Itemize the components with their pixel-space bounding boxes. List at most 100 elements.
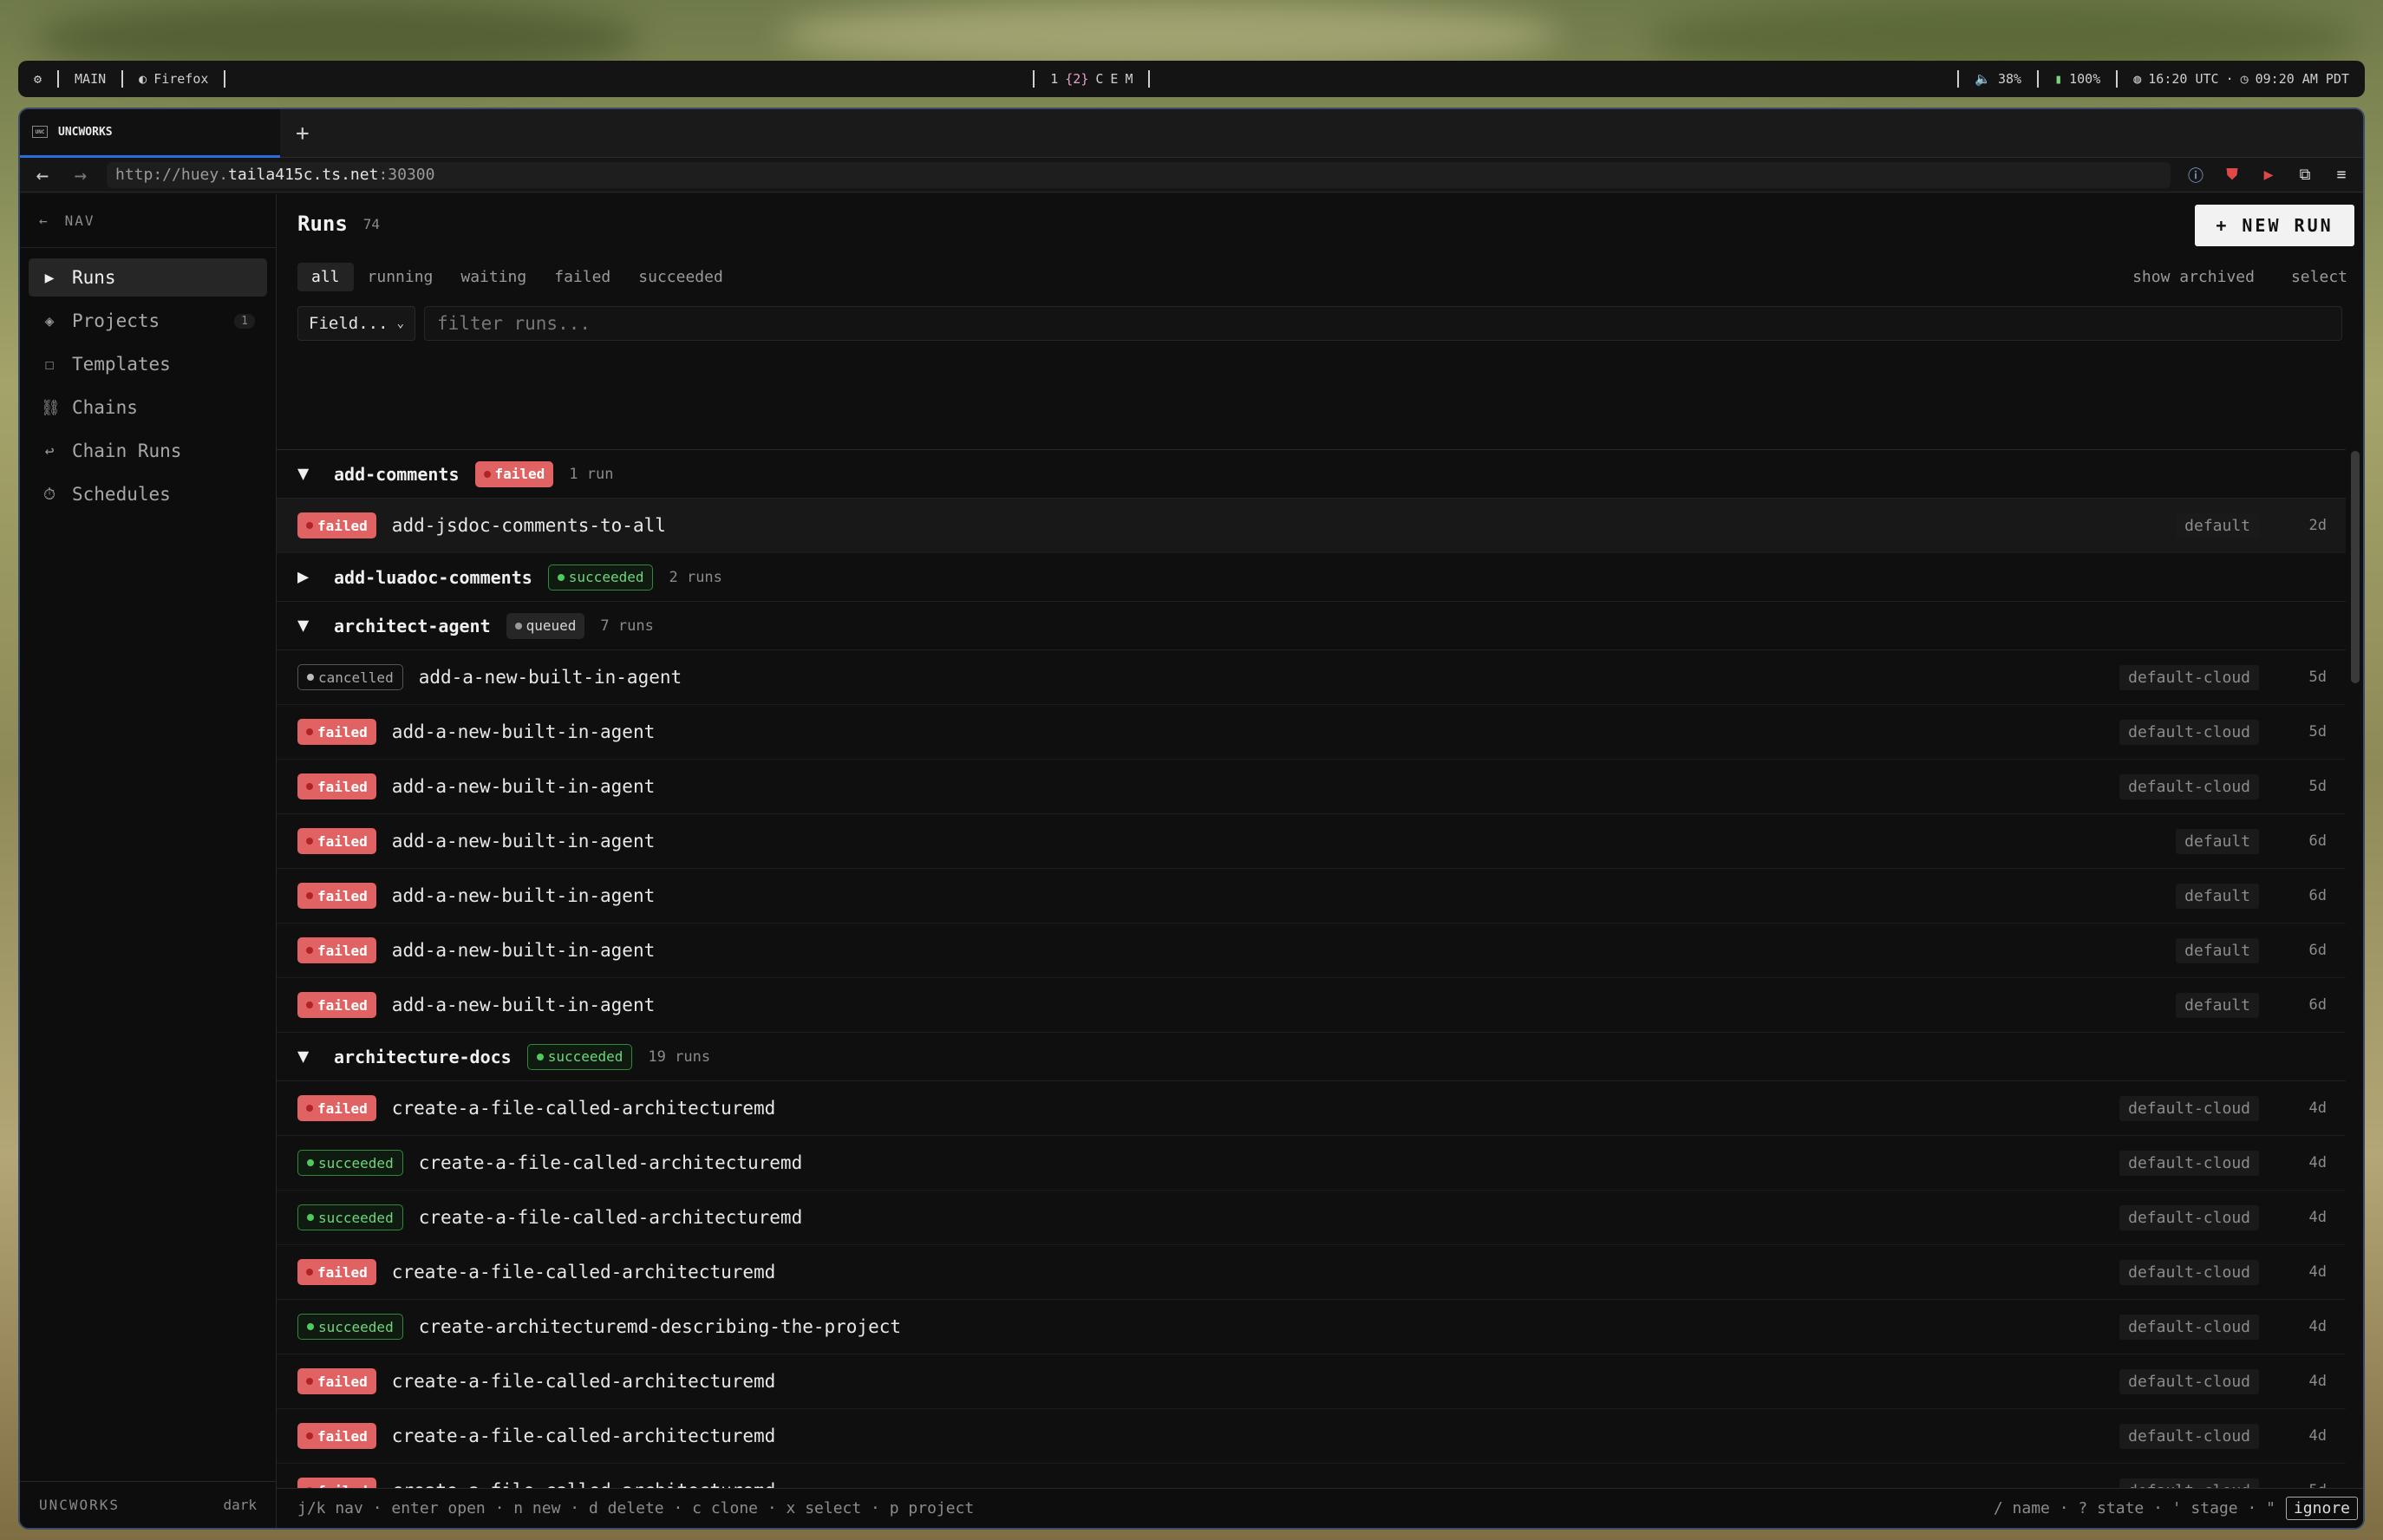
filter-tab-running[interactable]: running [354,263,447,291]
globe-icon: ◍ [2133,71,2142,87]
sidebar-item-projects[interactable]: ◈ Projects 1 [29,302,267,340]
project-group-header[interactable]: ▼ add-comments failed 1 run [277,450,2346,499]
run-row[interactable]: failed add-a-new-built-in-agent default-cl… [277,705,2346,760]
tab-strip: UNC UNCWORKS + [20,109,2363,158]
gear-icon: ⚙ [34,71,42,87]
status-text: failed [494,466,545,482]
filter-tab-failed[interactable]: failed [540,263,624,291]
new-tab-plus-icon[interactable]: + [296,121,310,147]
status-badge: failed [297,773,376,799]
sidebar-item-chains[interactable]: ⛓ Chains [29,388,267,427]
run-row[interactable]: failed add-a-new-built-in-agent default-cl… [277,760,2346,814]
run-age: 5d [2308,778,2327,795]
status-badge: failed [297,1478,376,1488]
search-syntax-hints: / name · ? state · ' stage · " ignore [1994,1497,2358,1520]
search-hints: / name · ? state · ' stage · " [1993,1499,2275,1517]
run-environment-tag: default [2176,512,2259,538]
forward-arrow-icon[interactable]: → [69,163,93,187]
hamburger-menu-icon[interactable]: ≡ [2330,164,2353,186]
show-archived-toggle[interactable]: show archived [2132,268,2255,286]
project-group-header[interactable]: ▼ architecture-docs succeeded 19 runs [277,1033,2346,1081]
list-scrollbar[interactable] [2351,451,2360,683]
run-environment-tag: default [2176,828,2259,854]
play-icon: ▶ [44,268,55,287]
tab-favicon-icon: UNC [32,126,48,138]
run-row[interactable]: failed add-a-new-built-in-agent default 6d [277,923,2346,978]
status-dot-icon [514,622,522,630]
status-dot-icon [536,1053,544,1060]
address-bar[interactable]: http://huey. taila415c.ts.net:30300 [107,161,2171,188]
run-row[interactable]: succeeded create-a-file-called-architectu… [277,1191,2346,1245]
workspace-e[interactable]: E [1110,71,1118,87]
extensions-puzzle-icon[interactable]: ⧉ [2294,164,2316,186]
project-group-header[interactable]: ▶ add-luadoc-comments succeeded 2 runs [277,553,2346,602]
run-row[interactable]: succeeded create-a-file-called-architectu… [277,1136,2346,1191]
browser-tab-uncworks[interactable]: UNC UNCWORKS [20,109,280,158]
nav-header[interactable]: ← NAV [20,194,276,248]
settings-gear-icon[interactable]: ⚙ [18,61,57,97]
run-name: create-a-file-called-architecturemd [391,1371,776,1392]
theme-toggle[interactable]: dark [223,1497,257,1513]
new-run-button[interactable]: + NEW RUN [2195,205,2354,246]
run-row[interactable]: failed create-a-file-called-architecturem… [277,1081,2346,1136]
clock-icon: ⏱ [42,485,56,504]
field-select[interactable]: Field... ⌄ [297,306,415,341]
sidebar: ← NAV ▶ Runs ◈ Projects 1 ☐ Templates ⛓ Chains ↩ C… [20,194,277,1528]
caret-down-icon[interactable]: ▼ [297,463,318,485]
run-age: 4d [2308,1427,2327,1445]
status-text: succeeded [318,1209,394,1226]
volume[interactable]: 🔈 38% [1959,61,2037,97]
sidebar-item-runs[interactable]: ▶ Runs [29,258,267,297]
run-row[interactable]: cancelled add-a-new-built-in-agent default… [277,650,2346,705]
chevron-down-icon: ⌄ [396,316,404,330]
status-badge: failed [297,992,376,1018]
status-badge: failed [297,1368,376,1394]
browser-window: UNC UNCWORKS + ← → http://huey. taila415c… [18,108,2365,1530]
sidebar-item-chain-runs[interactable]: ↩ Chain Runs [29,432,267,470]
status-text: failed [317,1427,368,1445]
run-row[interactable]: failed add-jsdoc-comments-to-all default 2d [277,499,2346,553]
run-row[interactable]: failed create-a-file-called-architecturem… [277,1354,2346,1409]
run-row[interactable]: failed create-a-file-called-architecturem… [277,1409,2346,1464]
ignore-button[interactable]: ignore [2285,1497,2358,1520]
run-name: add-jsdoc-comments-to-all [391,515,666,536]
run-age: 4d [2308,1100,2327,1117]
select-toggle[interactable]: select [2291,268,2347,286]
workspace-m[interactable]: M [1125,71,1133,87]
filter-tab-succeeded[interactable]: succeeded [624,263,737,291]
project-group-name: architect-agent [334,615,491,636]
chain-icon: ⛓ [41,398,61,417]
clock: ◍ 16:20 UTC · ◷ 09:20 AM PDT [2118,61,2365,97]
caret-down-icon[interactable]: ▼ [297,1046,318,1067]
caret-right-icon[interactable]: ▶ [297,566,318,588]
active-app: ◐ Firefox [123,61,224,97]
workspace-1[interactable]: 1 [1050,71,1058,87]
status-badge: failed [297,883,376,909]
filter-tab-all[interactable]: all [297,262,354,291]
ublock-icon[interactable]: ⛊ [2221,164,2243,186]
password-manager-icon[interactable]: ⓘ [2184,164,2207,186]
workspace-c[interactable]: C [1095,71,1103,87]
run-row[interactable]: succeeded create-architecturemd-describin… [277,1300,2346,1354]
status-badge: failed [297,1423,376,1449]
filter-runs-input[interactable] [424,306,2342,341]
run-row[interactable]: failed create-a-file-called-architecturem… [277,1245,2346,1300]
sidebar-item-schedules[interactable]: ⏱ Schedules [29,475,267,513]
workspace-2[interactable]: {2} [1065,71,1088,87]
video-extension-icon[interactable]: ▶ [2257,164,2280,186]
collapse-arrow-icon[interactable]: ← [39,212,49,229]
run-row[interactable]: failed add-a-new-built-in-agent default 6d [277,869,2346,923]
back-arrow-icon[interactable]: ← [30,163,55,187]
project-group-count: 19 runs [648,1047,711,1066]
filter-tab-waiting[interactable]: waiting [447,263,540,291]
caret-down-icon[interactable]: ▼ [297,615,318,636]
time-separator: · [2225,71,2234,87]
project-group-header[interactable]: ▼ architect-agent queued 7 runs [277,602,2346,650]
return-arrow-icon: ↩ [44,441,55,460]
run-row[interactable]: failed create-a-file-called-architecturem… [277,1464,2346,1488]
separator [224,70,226,88]
run-row[interactable]: failed add-a-new-built-in-agent default 6d [277,814,2346,869]
run-row[interactable]: failed add-a-new-built-in-agent default 6d [277,978,2346,1033]
diamond-icon: ◈ [44,311,55,330]
sidebar-item-templates[interactable]: ☐ Templates [29,345,267,383]
